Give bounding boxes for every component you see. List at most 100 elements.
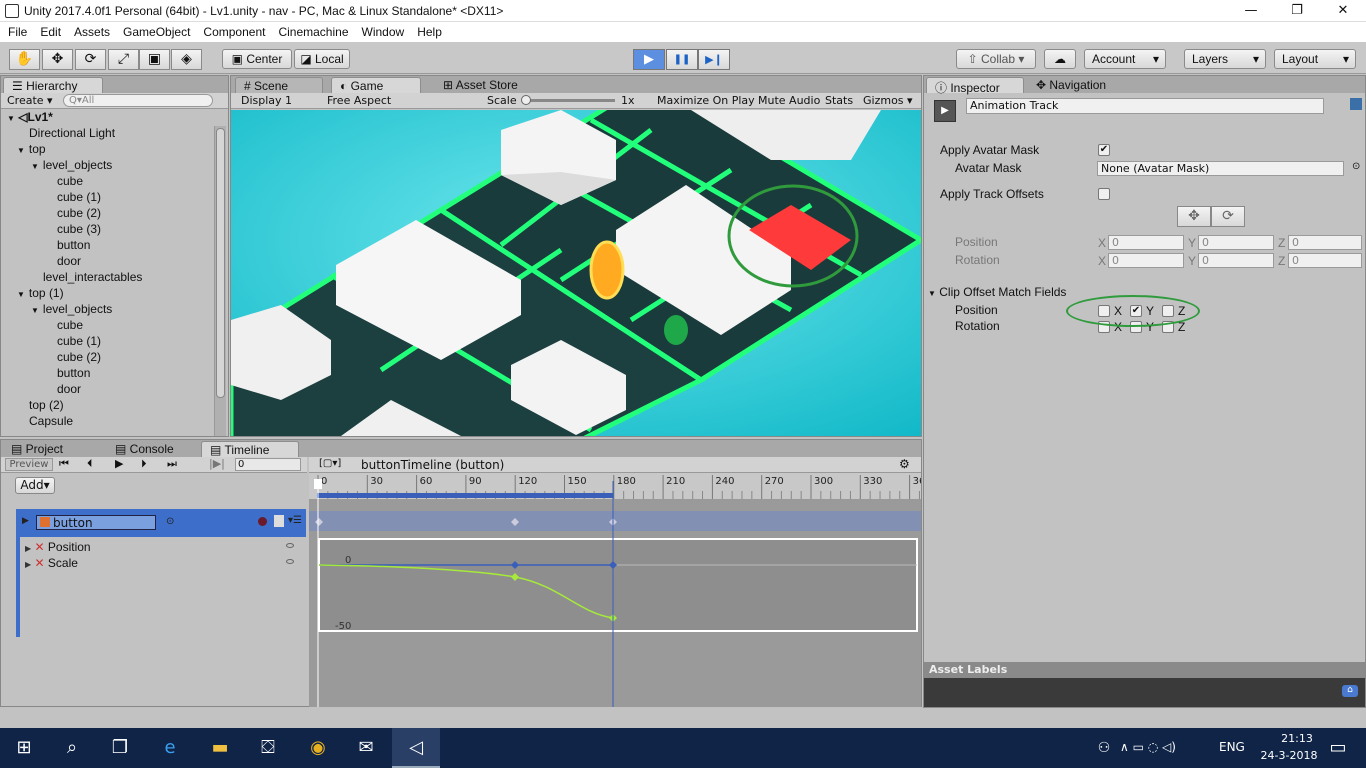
gizmos-dropdown[interactable]: Gizmos ▾ (863, 94, 913, 107)
play-range-icon[interactable]: |▶| (209, 457, 225, 470)
label-tag-icon[interactable]: ⌂ (1342, 685, 1358, 697)
rect-tool-icon[interactable]: ▣ (139, 49, 170, 70)
store-icon[interactable]: ⛋ (244, 728, 292, 768)
tab-timeline[interactable]: ▤ Timeline (201, 441, 299, 457)
hierarchy-item[interactable]: ▼ top (17, 142, 46, 156)
step-button[interactable]: ▶❙ (698, 49, 730, 70)
hierarchy-item[interactable]: level_interactables (31, 270, 142, 284)
record-icon[interactable] (258, 517, 267, 526)
tab-project[interactable]: ▤ Project (3, 441, 103, 457)
cloud-icon[interactable]: ☁ (1044, 49, 1076, 69)
timeline-settings-icon[interactable]: ⚙ (899, 457, 910, 471)
chrome-icon[interactable]: ◉ (294, 728, 342, 768)
pos-z-field[interactable]: 0 (1288, 235, 1362, 250)
property-position[interactable]: ▶ ✕ Position (25, 540, 91, 554)
search-icon[interactable]: ⌕ (48, 728, 96, 768)
create-button[interactable]: Create ▾ (7, 94, 53, 107)
target-icon[interactable]: ⊙ (166, 516, 174, 527)
hierarchy-item[interactable]: top (2) (17, 398, 64, 412)
timeline-selector-icon[interactable]: [▢▾] (319, 458, 341, 469)
menu-window[interactable]: Window (354, 22, 410, 39)
game-view[interactable] (231, 110, 921, 436)
menu-assets[interactable]: Assets (66, 22, 115, 39)
edge-icon[interactable]: e (146, 728, 194, 768)
hierarchy-scroll-thumb[interactable] (216, 128, 225, 398)
stats-toggle[interactable]: Stats (825, 94, 853, 107)
frame-input[interactable]: 0 (235, 458, 301, 471)
scale-slider-track[interactable] (523, 99, 615, 102)
pos-x-field[interactable]: 0 (1108, 235, 1184, 250)
expand-arrow-icon[interactable]: ▼ (31, 162, 39, 171)
tab-game[interactable]: ◐ Game (331, 77, 421, 93)
object-picker-icon[interactable]: ⊙ (1352, 161, 1360, 172)
track-header[interactable]: ▶ button ⊙ ▾☰ (16, 509, 306, 537)
tab-scene[interactable]: # Scene (235, 77, 323, 93)
inspector-lock-icon[interactable] (1350, 98, 1362, 110)
track-menu-icon[interactable]: ▾☰ (288, 515, 302, 526)
hierarchy-item[interactable]: Directional Light (17, 126, 115, 140)
tray-icons[interactable]: ∧ ▭ ◌ ◁) (1120, 740, 1176, 754)
offset-rotate-icon[interactable]: ⟳ (1211, 206, 1245, 227)
rot-y-field[interactable]: 0 (1198, 253, 1274, 268)
transform-tool-icon[interactable]: ◈ (171, 49, 202, 70)
hierarchy-item[interactable]: button (45, 238, 90, 252)
track-name-field[interactable]: Animation Track (966, 98, 1324, 114)
goto-start-icon[interactable]: ⏮ (59, 457, 69, 471)
tab-console[interactable]: ▤ Console (107, 441, 197, 457)
hierarchy-item[interactable]: ▼ level_objects (31, 158, 112, 172)
playhead-handle[interactable] (314, 479, 322, 489)
pos-y-field[interactable]: 0 (1198, 235, 1274, 250)
apply-avatar-mask-checkbox[interactable]: ✔ (1098, 144, 1110, 156)
avatar-mask-field[interactable]: None (Avatar Mask) (1097, 161, 1344, 176)
track-expand-icon[interactable]: ▶ (22, 516, 29, 526)
tab-hierarchy[interactable]: ☰ Hierarchy (3, 77, 103, 93)
pause-button[interactable]: ❚❚ (666, 49, 698, 70)
hierarchy-item[interactable]: door (45, 382, 81, 396)
menu-help[interactable]: Help (409, 22, 447, 39)
clip-offset-foldout[interactable]: ▼ Clip Offset Match Fields (928, 285, 1066, 299)
apply-track-offsets-checkbox[interactable] (1098, 188, 1110, 200)
prev-frame-icon[interactable]: ⏴ (87, 457, 93, 471)
mute-audio-toggle[interactable]: Mute Audio (758, 94, 820, 107)
hierarchy-item[interactable]: cube (1) (45, 190, 101, 204)
hierarchy-item[interactable]: cube (45, 318, 83, 332)
hierarchy-item[interactable]: cube (1) (45, 334, 101, 348)
layers-dropdown[interactable]: Layers ▾ (1184, 49, 1266, 69)
expand-arrow-icon[interactable]: ▼ (31, 306, 39, 315)
collab-button[interactable]: ⇧ Collab ▾ (956, 49, 1036, 69)
mute-track-icon[interactable] (274, 515, 284, 527)
aspect-dropdown[interactable]: Free Aspect (327, 94, 391, 107)
hierarchy-search-input[interactable]: Q▾All (63, 94, 213, 107)
hierarchy-item[interactable]: ▼ level_objects (31, 302, 112, 316)
scale-tool-icon[interactable]: ⤢ (108, 49, 139, 70)
expand-arrow-icon[interactable]: ▼ (17, 146, 25, 155)
close-button[interactable]: ✕ (1320, 0, 1366, 22)
maximize-button[interactable]: ❐ (1274, 0, 1320, 22)
language-indicator[interactable]: ENG (1219, 740, 1245, 754)
hand-tool-icon[interactable]: ✋ (9, 49, 40, 70)
add-track-button[interactable]: Add▾ (15, 477, 55, 494)
file-explorer-icon[interactable]: ▬ (196, 728, 244, 768)
rot-x-field[interactable]: 0 (1108, 253, 1184, 268)
position-visibility-icon[interactable] (286, 543, 294, 548)
move-tool-icon[interactable]: ✥ (42, 49, 73, 70)
mail-icon[interactable]: ✉ (342, 728, 390, 768)
hierarchy-item[interactable]: ▼ top (1) (17, 286, 64, 300)
rot-z-field[interactable]: 0 (1288, 253, 1362, 268)
expand-arrow-icon[interactable]: ▼ (17, 290, 25, 299)
play-button[interactable]: ▶ (633, 49, 665, 70)
menu-cinemachine[interactable]: Cinemachine (270, 22, 353, 39)
display-dropdown[interactable]: Display 1 (241, 94, 292, 107)
offset-move-icon[interactable]: ✥ (1177, 206, 1211, 227)
hierarchy-item[interactable]: cube (2) (45, 206, 101, 220)
menu-gameobject[interactable]: GameObject (115, 22, 195, 39)
task-view-icon[interactable]: ❐ (96, 728, 144, 768)
hierarchy-item[interactable]: cube (2) (45, 350, 101, 364)
pivot-center-button[interactable]: ▣ Center (222, 49, 292, 69)
pivot-local-button[interactable]: ◪ Local (294, 49, 350, 69)
notification-icon[interactable]: ▭ (1314, 728, 1362, 768)
hierarchy-item[interactable]: cube (45, 174, 83, 188)
hierarchy-scrollbar[interactable] (214, 126, 226, 436)
menu-file[interactable]: File (0, 22, 32, 39)
layout-dropdown[interactable]: Layout ▾ (1274, 49, 1356, 69)
